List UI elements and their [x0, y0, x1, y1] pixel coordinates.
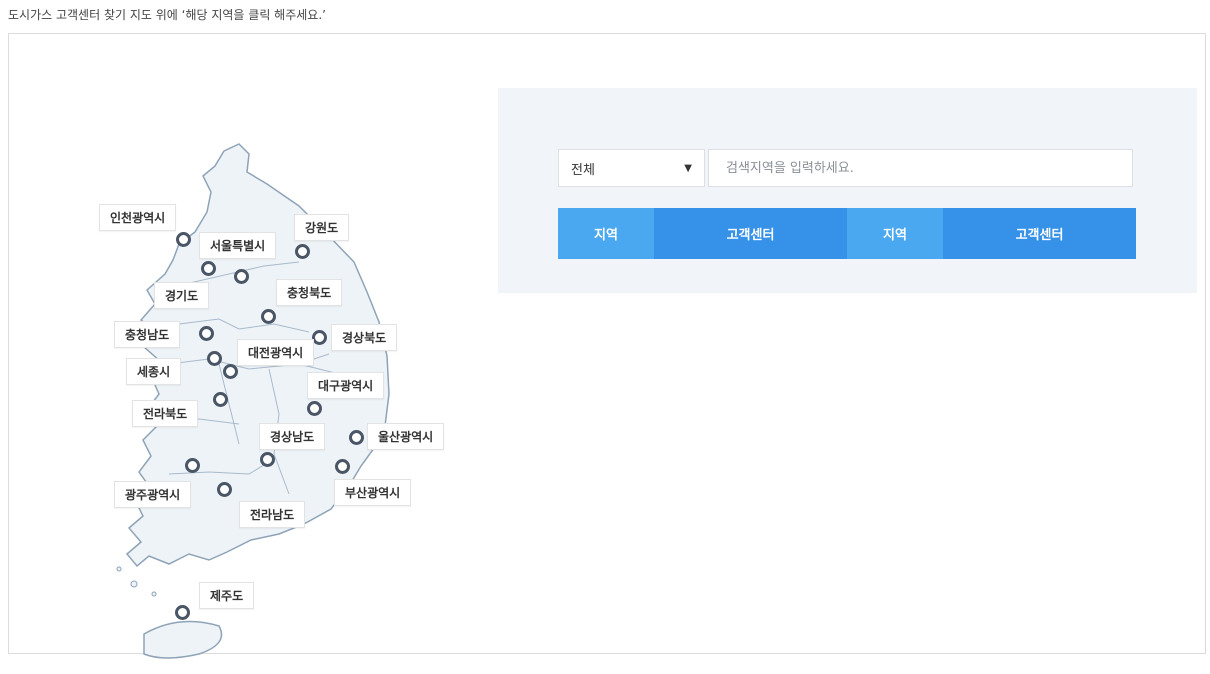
- region-label: 전라북도: [132, 400, 199, 427]
- region-label: 충청북도: [276, 279, 343, 306]
- region-select[interactable]: 전체 ▼: [558, 149, 705, 187]
- region-marker[interactable]: [217, 482, 232, 497]
- region-marker[interactable]: [335, 459, 350, 474]
- results-table-header: 지역 고객센터 지역 고객센터: [558, 208, 1137, 259]
- region-label: 충청남도: [114, 321, 181, 348]
- korea-map: 인천광역시 서울특별시 강원도 경기도 충청북도 충청남도 경상북도 대전광역시…: [99, 114, 489, 674]
- region-label: 제주도: [199, 582, 255, 609]
- region-label: 서울특별시: [199, 232, 277, 259]
- region-label: 세종시: [126, 358, 182, 385]
- region-select-value: 전체: [571, 162, 595, 178]
- region-marker[interactable]: [261, 309, 276, 324]
- chevron-down-icon: ▼: [684, 162, 692, 174]
- region-marker[interactable]: [213, 392, 228, 407]
- region-marker[interactable]: [223, 364, 238, 379]
- region-label: 광주광역시: [114, 481, 192, 508]
- region-label: 대전광역시: [237, 339, 315, 366]
- region-marker[interactable]: [295, 244, 310, 259]
- region-label: 대구광역시: [307, 372, 385, 399]
- region-label: 경기도: [154, 282, 210, 309]
- customer-center-finder: 인천광역시 서울특별시 강원도 경기도 충청북도 충청남도 경상북도 대전광역시…: [8, 33, 1206, 659]
- region-label: 울산광역시: [367, 423, 445, 450]
- region-marker[interactable]: [199, 326, 214, 341]
- jeju-island-shape: [143, 620, 223, 659]
- region-marker[interactable]: [234, 269, 249, 284]
- region-marker[interactable]: [201, 261, 216, 276]
- column-header-center: 고객센터: [654, 208, 847, 259]
- region-marker[interactable]: [260, 452, 275, 467]
- search-panel: 전체 ▼ 지역 고객센터 지역 고객센터: [498, 88, 1197, 293]
- region-label: 부산광역시: [334, 479, 412, 506]
- column-header-region: 지역: [558, 208, 654, 259]
- region-label: 강원도: [294, 214, 350, 241]
- island-shape: [116, 566, 122, 572]
- island-shape: [130, 580, 138, 588]
- region-marker[interactable]: [185, 458, 200, 473]
- island-shape: [151, 591, 157, 597]
- korea-map-outline: [116, 143, 390, 659]
- region-marker[interactable]: [176, 232, 191, 247]
- region-marker[interactable]: [312, 330, 327, 345]
- region-marker[interactable]: [175, 605, 190, 620]
- region-label: 인천광역시: [99, 204, 177, 231]
- column-header-center: 고객센터: [943, 208, 1136, 259]
- search-input[interactable]: [708, 149, 1133, 187]
- region-marker[interactable]: [307, 401, 322, 416]
- region-label: 경상북도: [331, 324, 398, 351]
- column-header-region: 지역: [847, 208, 943, 259]
- region-label: 전라남도: [239, 501, 306, 528]
- region-marker[interactable]: [207, 351, 222, 366]
- region-marker[interactable]: [349, 430, 364, 445]
- intro-instruction: 도시가스 고객센터 찾기 지도 위에 ‘해당 지역을 클릭 해주세요.’: [8, 8, 326, 22]
- region-label: 경상남도: [259, 423, 326, 450]
